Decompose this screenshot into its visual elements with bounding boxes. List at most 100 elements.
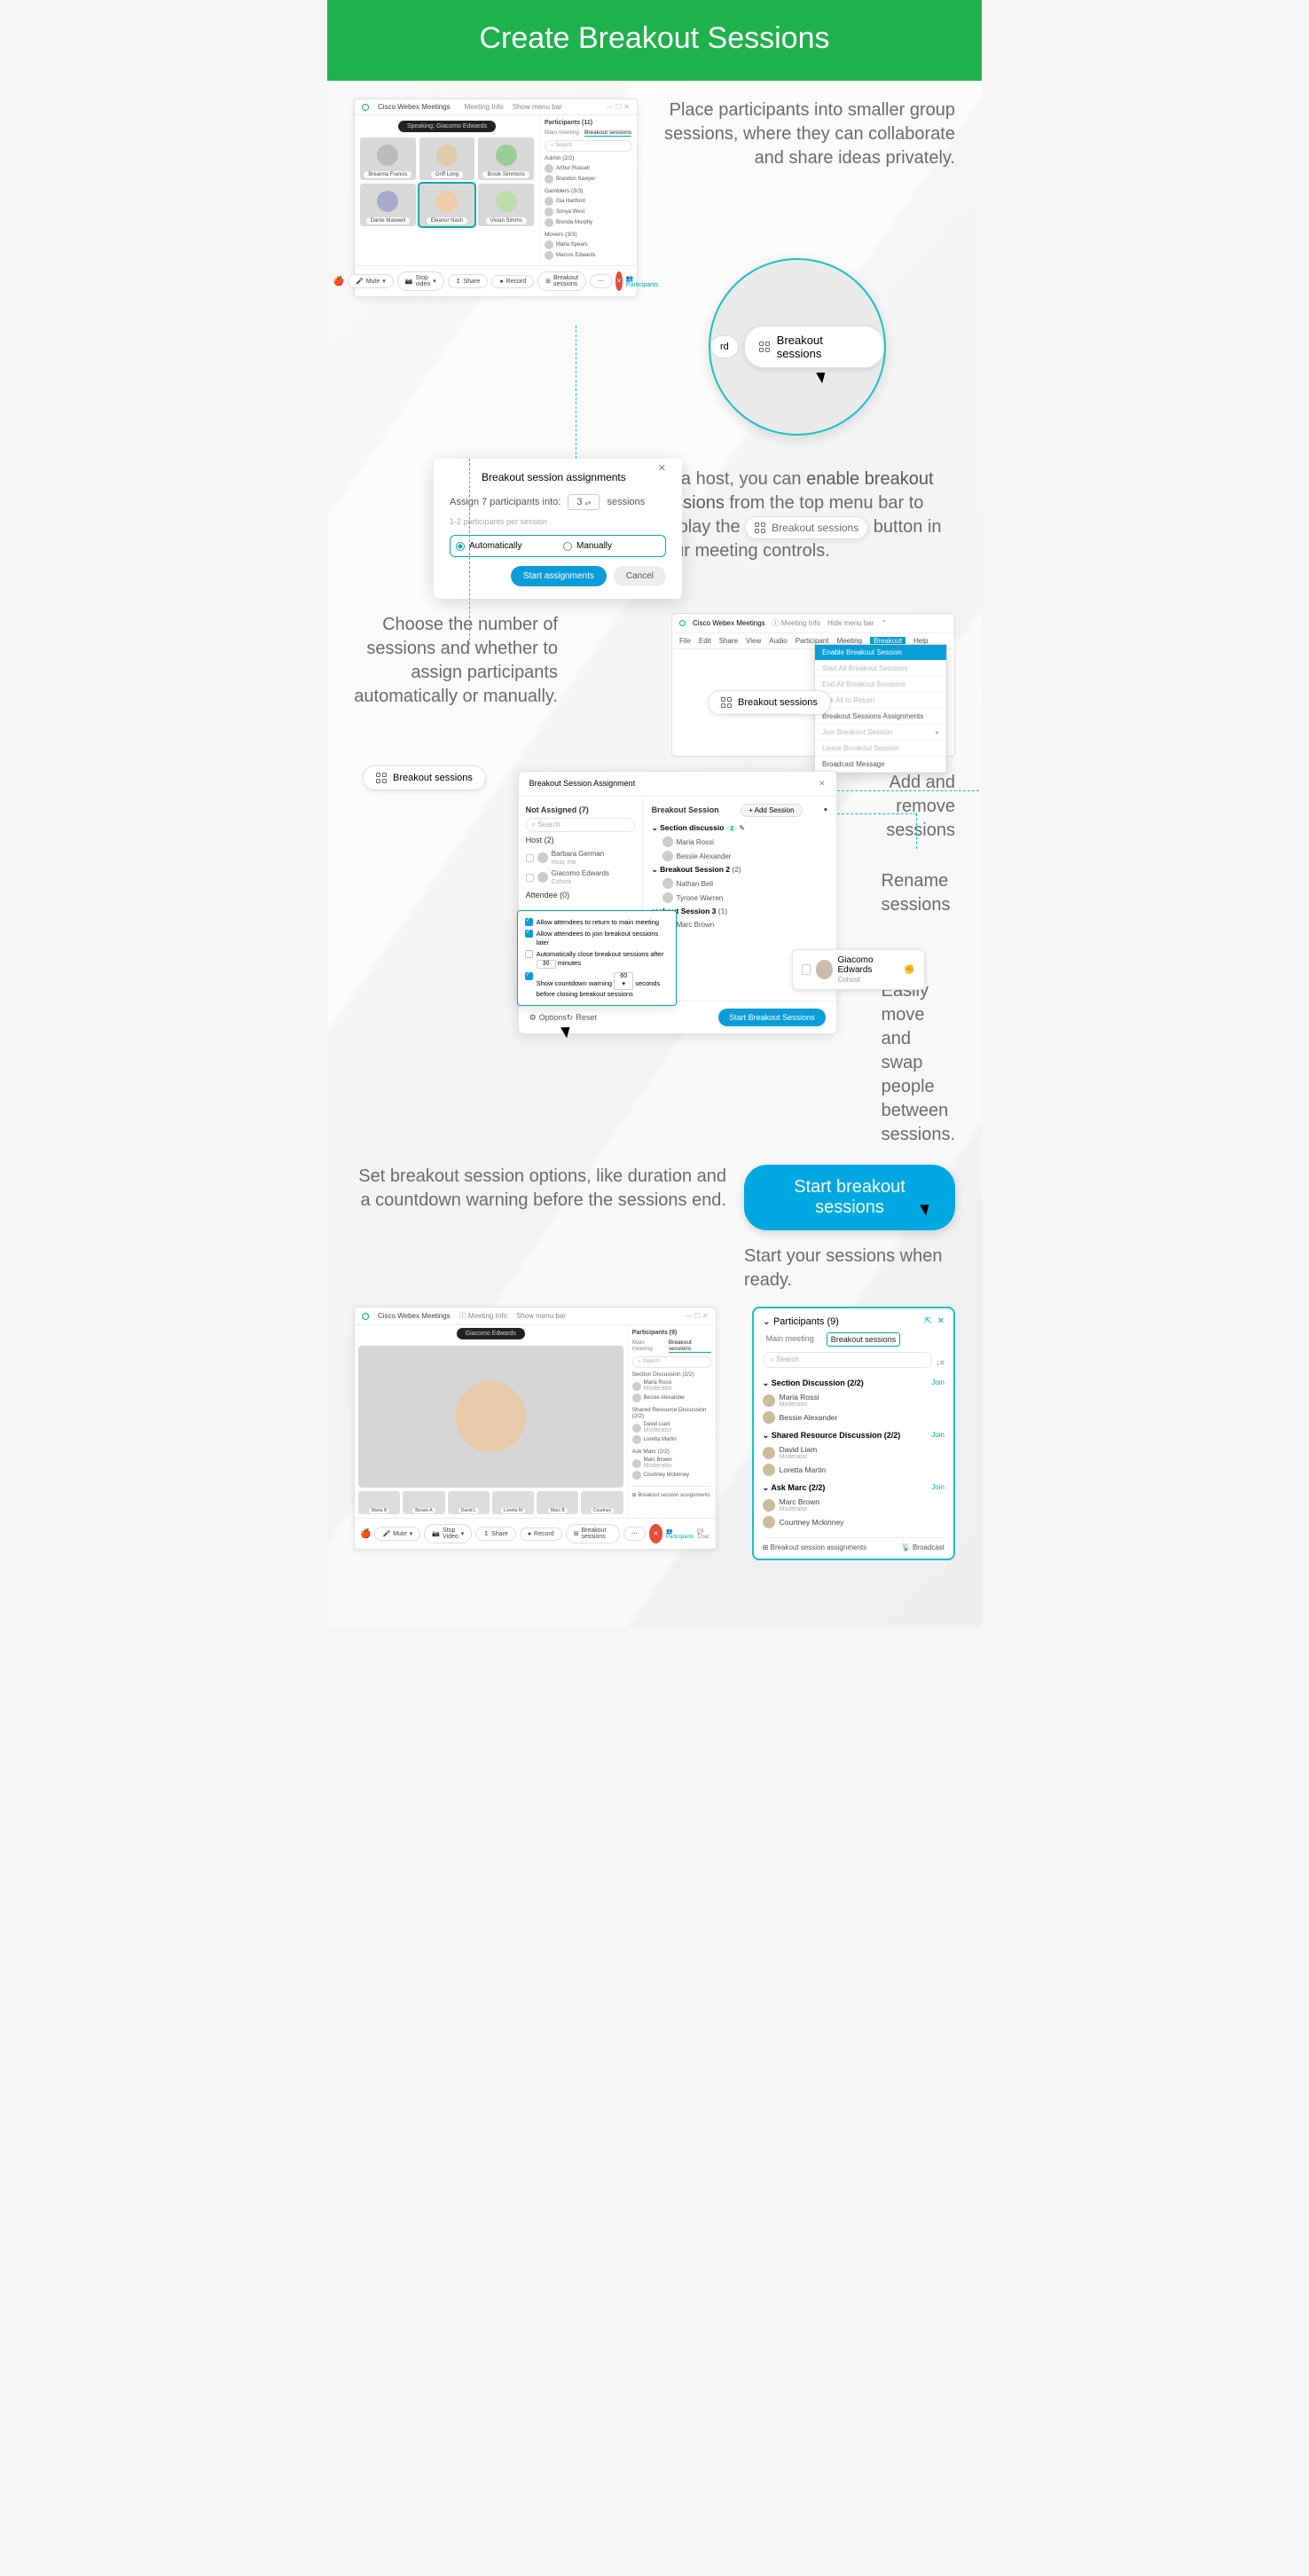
assignments-link[interactable]: ⊞ Breakout session assignments xyxy=(763,1543,866,1551)
option-countdown[interactable]: Show countdown warning 60 ▾ seconds befo… xyxy=(525,970,669,1000)
participants-link[interactable]: 👥 Participants xyxy=(626,275,659,288)
speaking-indicator: Speaking: Giacomo Edwards xyxy=(398,121,496,132)
session-2[interactable]: ⌄ Breakout Session 2 (2) xyxy=(652,863,827,876)
search-input[interactable]: ⌕ Search xyxy=(526,818,635,832)
stop-video-button[interactable]: 📷 Stop video ▾ xyxy=(397,271,444,291)
join-link[interactable]: Join xyxy=(931,1483,945,1493)
thumbnail[interactable]: Courtney xyxy=(581,1491,623,1514)
cancel-button[interactable]: Cancel xyxy=(614,566,666,586)
drag-participant-badge[interactable]: Giacomo EdwardsCohost ✊ xyxy=(792,949,925,990)
hint-text: 1-2 participants per session xyxy=(450,517,666,526)
end-button[interactable]: ✕ xyxy=(649,1524,662,1543)
options-link[interactable]: ⚙ Options xyxy=(529,1013,567,1023)
host-label: Host (2) xyxy=(526,836,635,844)
participant-item[interactable]: Bessie Alexander xyxy=(763,1410,945,1425)
record-button[interactable]: ● Record xyxy=(520,1528,562,1541)
search-input[interactable]: ⌕ Search xyxy=(632,1356,711,1368)
tab-breakout[interactable]: Breakout sessions xyxy=(827,1332,901,1347)
host-item[interactable]: Giacomo EdwardsCohost xyxy=(526,868,635,887)
session-member[interactable]: Nathan Bell xyxy=(662,876,827,891)
chat-link[interactable]: 💬 Chat xyxy=(697,1528,709,1540)
breakout-sessions-pill[interactable]: Breakout sessions xyxy=(363,766,486,790)
end-button[interactable]: ✕ xyxy=(615,271,623,291)
participant-item[interactable]: Loretta Martin xyxy=(763,1462,945,1478)
record-button[interactable]: ● Record xyxy=(491,275,534,288)
share-button[interactable]: ↥ Share xyxy=(475,1527,516,1541)
participant-item[interactable]: Marc BrownModerator xyxy=(763,1496,945,1514)
zoom-circle: rd Breakout sessions xyxy=(709,258,886,436)
radio-automatically[interactable]: Automatically xyxy=(451,536,558,556)
options-popover: Allow attendees to return to main meetin… xyxy=(517,910,677,1006)
tab-breakout[interactable]: Breakout sessions xyxy=(584,130,631,137)
cursor-icon xyxy=(819,370,831,382)
mute-button[interactable]: 🎤 Mute ▾ xyxy=(374,1527,420,1541)
participants-title: Participants (9) xyxy=(632,1330,711,1336)
tab-breakout[interactable]: Breakout sessions xyxy=(669,1339,711,1353)
stop-video-button[interactable]: 📷 Stop Video ▾ xyxy=(424,1524,472,1543)
close-icon[interactable]: ✕ xyxy=(658,462,666,474)
tab-main-meeting[interactable]: Main meeting xyxy=(545,130,579,137)
window-controls[interactable]: — ☐ ✕ xyxy=(685,1312,708,1320)
breakout-sessions-pill[interactable]: Breakout sessions xyxy=(744,326,884,368)
hide-menu-link[interactable]: Show menu bar xyxy=(516,1312,566,1320)
participant-item[interactable]: Maria RossiModerator xyxy=(763,1391,945,1410)
webex-logo-icon xyxy=(679,620,686,626)
breakout-sessions-button[interactable]: Breakout sessions xyxy=(708,690,831,715)
option-auto-close[interactable]: Automatically close breakout sessions af… xyxy=(525,948,669,970)
breakout-button[interactable]: ⊞ Breakout sessions xyxy=(537,271,586,291)
meeting-info-link[interactable]: ⓘ Meeting Info xyxy=(459,1311,507,1321)
radio-manually[interactable]: Manually xyxy=(558,536,665,556)
window-controls[interactable]: — ☐ ✕ xyxy=(607,103,630,111)
sort-icon[interactable]: ↓≡ xyxy=(936,1358,945,1367)
start-assignments-button[interactable]: Start assignments xyxy=(511,566,607,586)
group-label: Admin (2/2) xyxy=(545,155,632,161)
session-3[interactable]: reakout Session 3 (1) xyxy=(652,905,827,917)
thumbnail[interactable]: Loretta M xyxy=(492,1491,534,1514)
meeting-info-link[interactable]: ⓘ Meeting Info xyxy=(772,618,820,628)
join-link[interactable]: Join xyxy=(931,1378,945,1388)
close-icon[interactable]: ✕ xyxy=(937,1316,945,1326)
tab-main-meeting[interactable]: Main meeting xyxy=(632,1339,663,1353)
thumbnail[interactable]: Maria R xyxy=(358,1491,400,1514)
reset-link[interactable]: ↻ Reset xyxy=(567,1013,597,1023)
option-join-later[interactable]: Allow attendees to join breakout session… xyxy=(525,928,669,948)
close-icon[interactable]: ✕ xyxy=(819,779,826,789)
more-button[interactable]: ⋯ xyxy=(623,1527,646,1541)
session-count-input[interactable]: 3 ▴▾ xyxy=(568,494,600,510)
participant-item[interactable]: Courtney Mckinney xyxy=(763,1514,945,1530)
mute-button[interactable]: 🎤 Mute ▾ xyxy=(348,274,394,288)
session-member[interactable]: Marc Brown xyxy=(662,917,827,931)
broadcast-link[interactable]: 📡 Broadcast xyxy=(902,1543,945,1551)
start-breakout-button[interactable]: Start Breakout Sessions xyxy=(718,1009,826,1026)
session-member[interactable]: Tyrone Warren xyxy=(662,891,827,905)
popout-icon[interactable]: ⇱ xyxy=(924,1316,931,1326)
pencil-icon[interactable]: ✎ xyxy=(739,824,745,832)
meeting-info-link[interactable]: Meeting Info xyxy=(465,103,504,111)
search-input[interactable]: ⌕ Search xyxy=(763,1352,933,1368)
option-return[interactable]: Allow attendees to return to main meetin… xyxy=(525,916,669,928)
assignments-link[interactable]: ⊞ Breakout session assignments xyxy=(632,1492,711,1498)
share-button[interactable]: ↥ Share xyxy=(448,274,489,288)
participant: Sonya West xyxy=(556,209,584,215)
thumbnail[interactable]: David L xyxy=(448,1491,490,1514)
thumbnail[interactable]: Bessie A xyxy=(403,1491,444,1514)
join-link[interactable]: Join xyxy=(931,1431,945,1441)
assignment-panel: Breakout Session Assignment ✕ Not Assign… xyxy=(518,771,837,1034)
session-member[interactable]: Bessie Alexander xyxy=(662,849,827,863)
big-start-button[interactable]: Start breakout sessions xyxy=(744,1165,955,1230)
grid-icon xyxy=(721,697,732,708)
participants-link[interactable]: 👥 Participants xyxy=(666,1528,694,1540)
host-item[interactable]: Barbara GermanHost, me xyxy=(526,848,635,868)
breakout-button[interactable]: ⊞ Breakout sessions xyxy=(566,1524,620,1543)
session-1[interactable]: ⌄ Section discussio2✎ xyxy=(652,821,827,835)
session-member[interactable]: Maria Rossi xyxy=(662,835,827,849)
tab-main-meeting[interactable]: Main meeting xyxy=(763,1332,818,1347)
thumbnail[interactable]: Marc B xyxy=(537,1491,578,1514)
participant-item[interactable]: David LiamModerator xyxy=(763,1443,945,1462)
hide-menu-link[interactable]: Show menu bar xyxy=(513,103,562,111)
meeting-window-2: Cisco Webex Meetings ⓘ Meeting Info Show… xyxy=(354,1307,717,1550)
hide-menu-link[interactable]: Hide menu bar xyxy=(827,619,874,627)
add-session-button[interactable]: + Add Session xyxy=(741,804,802,817)
search-input[interactable]: ⌕ Search xyxy=(545,140,632,152)
more-button[interactable]: ⋯ xyxy=(590,274,612,288)
